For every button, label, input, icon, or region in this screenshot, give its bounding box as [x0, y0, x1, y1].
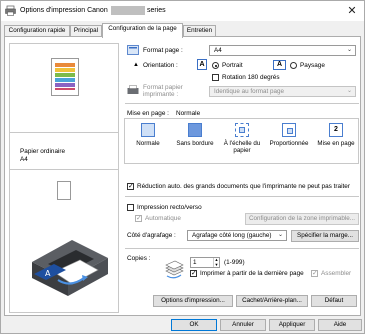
page-setup-panel: Papier ordinaire A4 A Format page : A4 ⌄…: [4, 36, 361, 316]
printer-icon: [5, 5, 16, 16]
print-options-button[interactable]: Options d'impression...: [153, 295, 233, 307]
layout-fit-icon: [235, 123, 249, 137]
layout-borderless-label: Sans bordure: [176, 140, 214, 147]
paper-source-icon: [57, 181, 71, 200]
layout-option-borderless[interactable]: Sans bordure: [172, 119, 219, 163]
orientation-bullet-icon: ▲: [133, 62, 139, 68]
duplex-checkbox[interactable]: [127, 204, 134, 211]
printer-paper-label: Format papier imprimante :: [143, 84, 183, 98]
landscape-label: Paysage: [300, 62, 325, 69]
page-preview: [51, 58, 79, 96]
layout-borderless-icon: [188, 123, 202, 137]
ok-button[interactable]: OK: [171, 319, 217, 331]
page-size-text: A4: [20, 156, 28, 163]
specify-margin-button[interactable]: Spécifier la marge...: [291, 230, 359, 242]
section-divider: [125, 103, 359, 104]
layout-normal-icon: [141, 123, 155, 137]
layout-options: Normale Sans bordure À l'échelle du papi…: [124, 118, 359, 164]
reverse-order-label: Imprimer à partir de la dernière page: [200, 270, 304, 277]
copies-value: 1: [193, 259, 197, 266]
layout-scaled-label: Proportionnée: [269, 140, 309, 147]
duplex-auto-checkbox[interactable]: ✓: [135, 215, 142, 222]
stamp-background-button[interactable]: Cachet/Arrière-plan...: [236, 295, 308, 307]
layout-option-scaled[interactable]: Proportionnée: [266, 119, 313, 163]
print-dialog-window: Options d'impression Canon series ✕ Conf…: [0, 0, 365, 334]
chevron-down-icon: ⌄: [346, 88, 352, 94]
chevron-down-icon: ⌄: [277, 232, 283, 238]
svg-text:A: A: [45, 269, 51, 278]
layout-pages-label: Mise en page: [317, 140, 355, 147]
copies-range: (1-999): [224, 259, 245, 266]
page-preview-image: [55, 63, 75, 90]
window-title-suffix: series: [147, 7, 166, 14]
auto-reduce-checkbox[interactable]: ✓: [127, 183, 134, 190]
preview-divider-2: [10, 169, 118, 170]
printer-illustration-icon: A: [32, 240, 108, 296]
stapling-side-value: Agrafage côté long (gauche): [192, 232, 272, 239]
chevron-down-icon: ⌄: [346, 47, 352, 53]
printer-paper-select[interactable]: Identique au format page ⌄: [209, 86, 356, 97]
portrait-icon: A: [197, 59, 207, 70]
cancel-button[interactable]: Annuler: [220, 319, 266, 331]
media-type-text: Papier ordinaire: [20, 148, 66, 155]
orientation-label: Orientation :: [143, 62, 178, 69]
copies-label: Copies :: [127, 255, 151, 262]
collate-checkbox[interactable]: ✓: [311, 270, 318, 277]
printer-paper-icon: [127, 85, 139, 94]
layout-option-fit-to-paper[interactable]: À l'échelle du papier: [219, 119, 266, 163]
title-bar: Options d'impression Canon series ✕: [1, 1, 364, 21]
rotate-180-checkbox[interactable]: [212, 74, 219, 81]
layout-option-page-layout[interactable]: 2 Mise en page: [313, 119, 359, 163]
layout-normal-label: Normale: [136, 140, 160, 147]
tab-page-setup[interactable]: Configuration de la page: [102, 23, 183, 38]
close-icon[interactable]: ✕: [346, 5, 358, 17]
layout-fit-label: À l'échelle du papier: [223, 140, 261, 154]
landscape-radio[interactable]: [290, 62, 297, 69]
section-divider-2: [125, 196, 359, 197]
duplex-auto-label: Automatique: [145, 215, 181, 222]
duplex-label: Impression recto/verso: [137, 204, 202, 211]
copies-icon: [165, 260, 184, 279]
redacted-model: [111, 6, 145, 15]
page-size-label: Format page :: [143, 47, 183, 54]
printer-paper-value: Identique au format page: [214, 88, 285, 95]
portrait-label: Portrait: [222, 62, 243, 69]
window-title: Options d'impression Canon: [20, 7, 108, 14]
landscape-icon: A: [273, 60, 286, 70]
apply-button[interactable]: Appliquer: [269, 319, 315, 331]
preview-area: Papier ordinaire A4 A: [9, 43, 119, 313]
layout-label: Mise en page :: [127, 110, 169, 117]
help-button[interactable]: Aide: [318, 319, 362, 331]
reverse-order-checkbox[interactable]: ✓: [190, 270, 197, 277]
auto-reduce-label: Réduction auto. des grands documents que…: [137, 183, 350, 190]
layout-pages-icon: 2: [329, 123, 343, 137]
tab-bar: Configuration rapide Principal Configura…: [1, 23, 364, 38]
collate-label: Assembler: [321, 270, 352, 277]
stapling-side-label: Côté d'agrafage :: [127, 232, 176, 239]
portrait-radio[interactable]: [212, 62, 219, 69]
layout-current: Normale: [176, 110, 201, 117]
page-size-select[interactable]: A4 ⌄: [209, 45, 356, 56]
layout-option-normal[interactable]: Normale: [125, 119, 172, 163]
rotate-180-label: Rotation 180 degrés: [222, 74, 280, 81]
print-area-setup-button[interactable]: Configuration de la zone imprimable...: [245, 213, 359, 225]
section-divider-3: [125, 248, 359, 249]
stapling-side-select[interactable]: Agrafage côté long (gauche) ⌄: [187, 230, 287, 241]
layout-scaled-icon: [282, 123, 296, 137]
copies-stepper[interactable]: 1 ▲ ▼: [190, 257, 220, 268]
stepper-arrows-icon[interactable]: ▲ ▼: [213, 257, 219, 267]
page-size-value: A4: [214, 47, 222, 54]
page-size-icon: [127, 45, 139, 55]
preview-divider: [10, 132, 118, 133]
defaults-button[interactable]: Défaut: [311, 295, 357, 307]
